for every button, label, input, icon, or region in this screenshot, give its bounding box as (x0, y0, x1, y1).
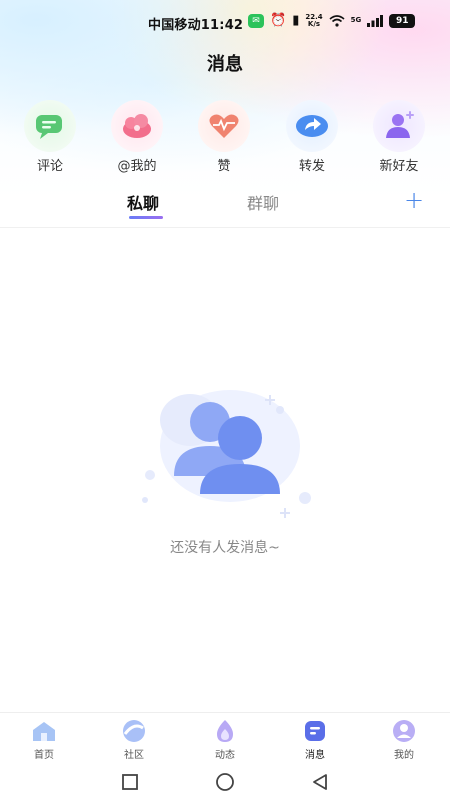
empty-illustration (130, 380, 320, 520)
like-icon (198, 100, 250, 152)
comment-icon (24, 100, 76, 152)
message-shortcuts: 评论 @我的 赞 转发 新好友 (0, 100, 450, 174)
network-type: 5G (350, 16, 362, 24)
nav-label: 消息 (305, 750, 325, 761)
back-icon[interactable] (310, 772, 330, 792)
wifi-icon (329, 14, 345, 27)
alarm-icon: ⏰ (270, 13, 287, 28)
status-bar: 中国移动11:42 ✉ ⏰ ▮ 22.4 K/s 5G 91 (0, 10, 450, 38)
vibrate-icon: ▮ (292, 13, 300, 28)
carrier-time: 中国移动11:42 (148, 18, 244, 33)
shortcut-comment[interactable]: 评论 (15, 100, 85, 174)
add-button[interactable]: + (404, 186, 424, 214)
nav-home[interactable]: 首页 (14, 719, 74, 761)
recent-apps-icon[interactable] (120, 772, 140, 792)
shortcut-new-friend[interactable]: 新好友 (364, 100, 434, 174)
status-icons: ✉ ⏰ ▮ 22.4 K/s 5G 91 (248, 13, 416, 28)
shortcut-label: 转发 (298, 159, 325, 174)
new-friend-icon (373, 100, 425, 152)
bottom-navigation: 首页 社区 动态 消息 我的 (0, 712, 450, 764)
nav-moments[interactable]: 动态 (195, 719, 255, 761)
nav-label: 社区 (124, 750, 144, 761)
shortcut-mention[interactable]: @我的 (102, 100, 172, 174)
mention-icon (111, 100, 163, 152)
active-tab-indicator (129, 216, 163, 219)
page-title: 消息 (207, 54, 243, 75)
shortcut-label: @我的 (117, 159, 157, 174)
nav-messages[interactable]: 消息 (285, 719, 345, 761)
profile-icon (391, 719, 417, 743)
shortcut-label: 新好友 (379, 159, 419, 174)
community-icon (121, 719, 147, 743)
signal-icon (367, 14, 384, 27)
chat-tabs: 私聊 群聊 + (0, 186, 450, 228)
net-speed: 22.4 K/s (305, 13, 322, 28)
message-icon (302, 719, 328, 743)
tab-group-chat[interactable]: 群聊 (247, 190, 279, 214)
share-icon (286, 100, 338, 152)
home-circle-icon[interactable] (215, 772, 235, 792)
nav-profile[interactable]: 我的 (374, 719, 434, 761)
nav-community[interactable]: 社区 (104, 719, 164, 761)
moments-icon (212, 719, 238, 743)
tab-private-chat[interactable]: 私聊 (127, 190, 159, 214)
shortcut-share[interactable]: 转发 (277, 100, 347, 174)
nav-label: 我的 (394, 750, 414, 761)
nav-label: 动态 (215, 750, 235, 761)
home-icon (31, 719, 57, 743)
net-speed-unit: K/s (307, 19, 321, 28)
empty-state-text: 还没有人发消息~ (170, 540, 280, 556)
wechat-notification-icon: ✉ (248, 13, 264, 28)
shortcut-label: 赞 (217, 159, 231, 174)
shortcut-like[interactable]: 赞 (189, 100, 259, 174)
battery-icon: 91 (389, 13, 416, 28)
nav-label: 首页 (34, 750, 54, 761)
shortcut-label: 评论 (36, 159, 63, 174)
system-navigation (0, 764, 450, 800)
